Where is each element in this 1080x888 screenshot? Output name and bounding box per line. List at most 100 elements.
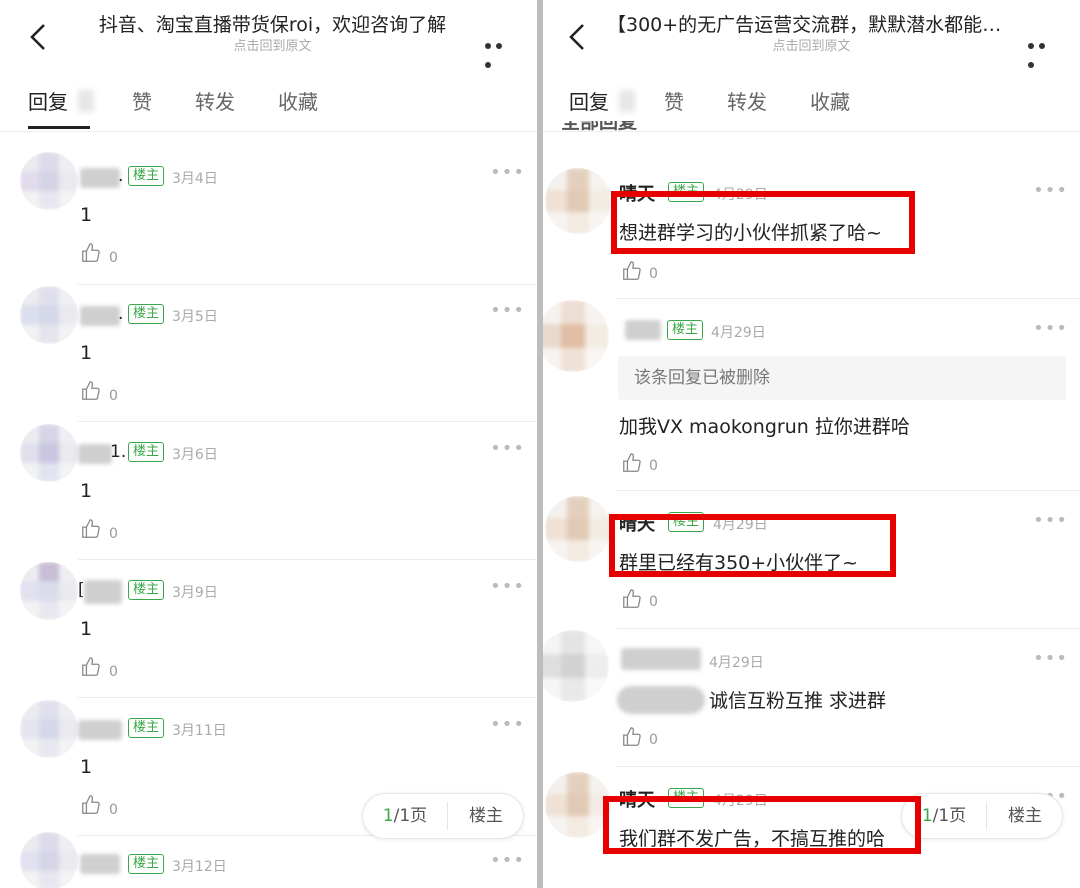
- username: 晴天: [619, 790, 655, 811]
- section-heading: 全部回复: [561, 121, 638, 133]
- avatar[interactable]: [545, 772, 611, 838]
- username-tail: .: [118, 304, 124, 324]
- like-count: 0: [649, 458, 658, 474]
- tab-favorites[interactable]: 收藏: [810, 86, 850, 115]
- author-badge: 楼主: [128, 718, 165, 738]
- like-count: 0: [109, 664, 118, 680]
- username-blur: [78, 444, 112, 464]
- author-badge: 楼主: [128, 166, 165, 186]
- reply-date: 3月9日: [172, 585, 218, 601]
- reply-date: 4月29日: [713, 187, 768, 203]
- thumbs-up-icon[interactable]: [80, 518, 104, 542]
- title-block[interactable]: 抖音、淘宝直播带货保roi，欢迎咨询了解 点击回到原文: [78, 12, 467, 56]
- reply-more-icon[interactable]: •••: [490, 850, 525, 871]
- avatar[interactable]: [545, 496, 611, 562]
- reply-more-icon[interactable]: •••: [1033, 510, 1068, 531]
- back-icon[interactable]: [565, 22, 589, 52]
- tab-shares[interactable]: 转发: [727, 86, 767, 115]
- thumbs-up-icon[interactable]: [80, 656, 104, 680]
- reply-content: 1: [80, 618, 93, 640]
- divider: [617, 490, 1080, 491]
- divider: [78, 697, 537, 698]
- username: 晴天: [619, 184, 655, 205]
- reply-more-icon[interactable]: •••: [1033, 318, 1068, 339]
- reply-content: 1: [80, 342, 93, 364]
- thumbs-up-icon[interactable]: [621, 726, 645, 750]
- like-count: 0: [109, 388, 118, 404]
- back-to-post-link[interactable]: 点击回到原文: [78, 38, 467, 56]
- thumbs-up-icon[interactable]: [621, 588, 645, 612]
- title-block[interactable]: 【300+的无广告运营交流群，默默潜水都能学到很... 点击回到原文: [607, 12, 1016, 56]
- divider: [617, 766, 1080, 767]
- avatar[interactable]: [20, 424, 78, 482]
- author-only-button[interactable]: 楼主: [448, 794, 524, 838]
- back-to-post-link[interactable]: 点击回到原文: [607, 38, 1016, 56]
- reply-more-icon[interactable]: •••: [1033, 180, 1068, 201]
- thumbs-up-icon[interactable]: [621, 260, 645, 284]
- deleted-quote: 该条回复已被删除: [618, 356, 1066, 400]
- author-only-button[interactable]: 楼主: [987, 794, 1063, 838]
- reply-more-icon[interactable]: •••: [490, 300, 525, 321]
- tab-replies[interactable]: 回复: [569, 86, 609, 115]
- username-blur: [621, 648, 701, 670]
- avatar[interactable]: [543, 300, 609, 372]
- tab-replies[interactable]: 回复: [28, 86, 68, 115]
- more-dots-icon[interactable]: [1028, 34, 1060, 68]
- back-icon[interactable]: [26, 22, 50, 52]
- reply-more-icon[interactable]: •••: [490, 714, 525, 735]
- avatar[interactable]: [20, 286, 78, 344]
- reply-date: 4月29日: [709, 655, 764, 671]
- tab-likes[interactable]: 赞: [132, 86, 152, 115]
- reply-date: 3月5日: [172, 309, 218, 325]
- reply-more-icon[interactable]: •••: [490, 162, 525, 183]
- like-count: 0: [109, 250, 118, 266]
- divider: [78, 559, 537, 560]
- avatar[interactable]: [20, 832, 78, 888]
- reply-more-icon[interactable]: •••: [490, 576, 525, 597]
- page-switcher: 1/1页 楼主: [901, 793, 1063, 839]
- thumbs-up-icon[interactable]: [621, 452, 645, 476]
- divider: [617, 298, 1080, 299]
- reply-more-icon[interactable]: •••: [490, 438, 525, 459]
- right-panel: 【300+的无广告运营交流群，默默潜水都能学到很... 点击回到原文 回复 赞 …: [543, 0, 1080, 888]
- reply-date: 3月4日: [172, 171, 218, 187]
- username-blur: [80, 854, 120, 874]
- tab-bar: 回复 赞 转发 收藏: [0, 82, 537, 132]
- reply-content: 我们群不发广告，不搞互推的哈: [619, 828, 886, 850]
- thumbs-up-icon[interactable]: [80, 794, 104, 818]
- username-blur: [80, 306, 120, 326]
- author-badge: 楼主: [668, 182, 705, 202]
- avatar[interactable]: [543, 630, 609, 702]
- username-blur: [78, 720, 122, 740]
- author-badge: 楼主: [128, 854, 165, 874]
- tab-favorites[interactable]: 收藏: [278, 86, 318, 115]
- total-pages: /1页: [932, 806, 967, 826]
- avatar[interactable]: [20, 152, 78, 210]
- tab-shares[interactable]: 转发: [195, 86, 235, 115]
- header: 【300+的无广告运营交流群，默默潜水都能学到很... 点击回到原文: [543, 0, 1080, 68]
- more-dots-icon[interactable]: [485, 34, 517, 68]
- username: 晴天: [619, 514, 655, 535]
- avatar[interactable]: [20, 700, 78, 758]
- header: 抖音、淘宝直播带货保roi，欢迎咨询了解 点击回到原文: [0, 0, 537, 68]
- divider: [78, 421, 537, 422]
- reply-content: 想进群学习的小伙伴抓紧了哈~: [619, 222, 882, 244]
- divider: [617, 628, 1080, 629]
- reply-date: 3月6日: [172, 447, 218, 463]
- page-indicator[interactable]: 1/1页: [363, 794, 447, 838]
- reply-date: 4月29日: [713, 517, 768, 533]
- page-indicator[interactable]: 1/1页: [902, 794, 986, 838]
- reply-more-icon[interactable]: •••: [1033, 648, 1068, 669]
- username-tail: .: [118, 166, 124, 186]
- avatar[interactable]: [20, 562, 78, 620]
- avatar[interactable]: [545, 168, 611, 234]
- reply-date: 4月29日: [711, 325, 766, 341]
- left-panel: 抖音、淘宝直播带货保roi，欢迎咨询了解 点击回到原文 回复 赞 转发 收藏 .…: [0, 0, 537, 888]
- mention-blur: [617, 686, 705, 714]
- thumbs-up-icon[interactable]: [80, 242, 104, 266]
- author-badge: 楼主: [128, 304, 165, 324]
- tab-likes[interactable]: 赞: [664, 86, 684, 115]
- thumbs-up-icon[interactable]: [80, 380, 104, 404]
- reply-date: 3月11日: [172, 723, 227, 739]
- like-count: 0: [109, 526, 118, 542]
